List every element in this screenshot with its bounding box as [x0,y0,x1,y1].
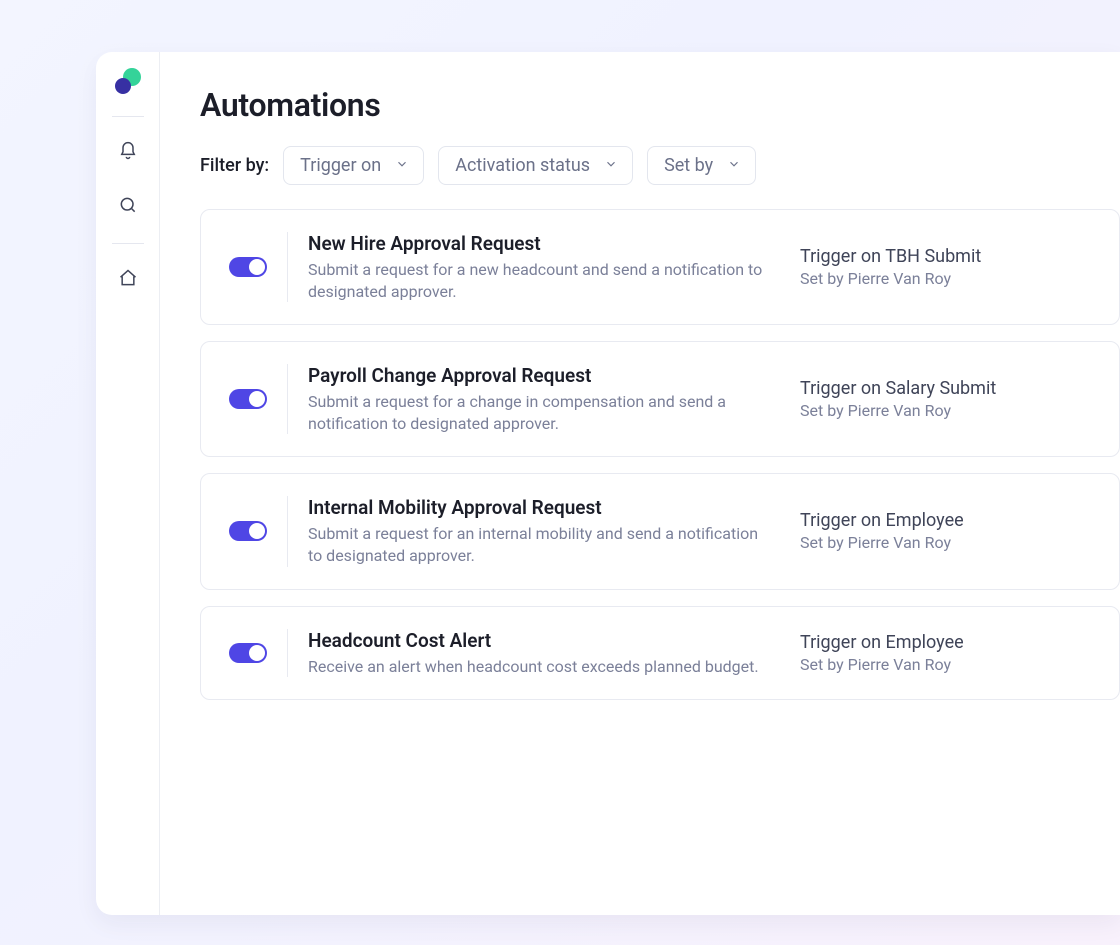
automation-title: Internal Mobility Approval Request [308,496,768,519]
toggle-switch[interactable] [229,389,267,409]
automation-set-by: Set by Pierre Van Roy [800,655,1000,674]
automation-description: Receive an alert when headcount cost exc… [308,656,768,678]
card-body: Internal Mobility Approval Request Submi… [308,496,1119,566]
filter-select-label: Trigger on [300,155,381,176]
automation-set-by: Set by Pierre Van Roy [800,269,1000,288]
automation-card[interactable]: New Hire Approval Request Submit a reque… [200,209,1120,325]
chevron-down-icon [604,155,618,176]
toggle-switch[interactable] [229,643,267,663]
chevron-down-icon [395,155,409,176]
automation-trigger: Trigger on Employee [800,632,1000,653]
automation-trigger: Trigger on TBH Submit [800,246,1000,267]
card-divider [287,364,288,434]
page-title: Automations [200,86,1120,124]
automation-set-by: Set by Pierre Van Roy [800,533,1000,552]
automation-card[interactable]: Payroll Change Approval Request Submit a… [200,341,1120,457]
card-divider [287,496,288,566]
toggle-switch[interactable] [229,257,267,277]
card-body: New Hire Approval Request Submit a reque… [308,232,1119,302]
filter-label: Filter by: [200,155,269,176]
filter-select-label: Activation status [455,155,590,176]
home-icon [118,268,138,292]
chevron-down-icon [727,155,741,176]
filter-bar: Filter by: Trigger on Activation status … [200,146,1120,185]
card-body: Payroll Change Approval Request Submit a… [308,364,1119,434]
automation-trigger: Trigger on Salary Submit [800,378,1000,399]
card-body: Headcount Cost Alert Receive an alert wh… [308,629,1119,678]
filter-set-by[interactable]: Set by [647,146,756,185]
automation-title: Payroll Change Approval Request [308,364,768,387]
automation-description: Submit a request for a change in compens… [308,391,768,434]
automation-set-by: Set by Pierre Van Roy [800,401,1000,420]
home-button[interactable] [110,262,146,298]
filter-trigger-on[interactable]: Trigger on [283,146,424,185]
sidebar [96,52,160,915]
automation-description: Submit a request for an internal mobilit… [308,523,768,566]
automation-trigger: Trigger on Employee [800,510,1000,531]
filter-select-label: Set by [664,155,713,176]
automation-title: Headcount Cost Alert [308,629,768,652]
card-divider [287,232,288,302]
automation-title: New Hire Approval Request [308,232,768,255]
app-logo [115,68,141,94]
automation-card[interactable]: Headcount Cost Alert Receive an alert wh… [200,606,1120,701]
bell-icon [118,141,138,165]
automation-card[interactable]: Internal Mobility Approval Request Submi… [200,473,1120,589]
search-button[interactable] [110,189,146,225]
toggle-switch[interactable] [229,521,267,541]
notifications-button[interactable] [110,135,146,171]
sidebar-divider [112,243,144,244]
automation-description: Submit a request for a new headcount and… [308,259,768,302]
filter-activation-status[interactable]: Activation status [438,146,633,185]
card-divider [287,629,288,678]
search-icon [118,195,138,219]
sidebar-divider [112,116,144,117]
automation-list: New Hire Approval Request Submit a reque… [200,209,1120,700]
app-window: Automations Filter by: Trigger on Activa… [96,52,1120,915]
main-content: Automations Filter by: Trigger on Activa… [160,52,1120,915]
